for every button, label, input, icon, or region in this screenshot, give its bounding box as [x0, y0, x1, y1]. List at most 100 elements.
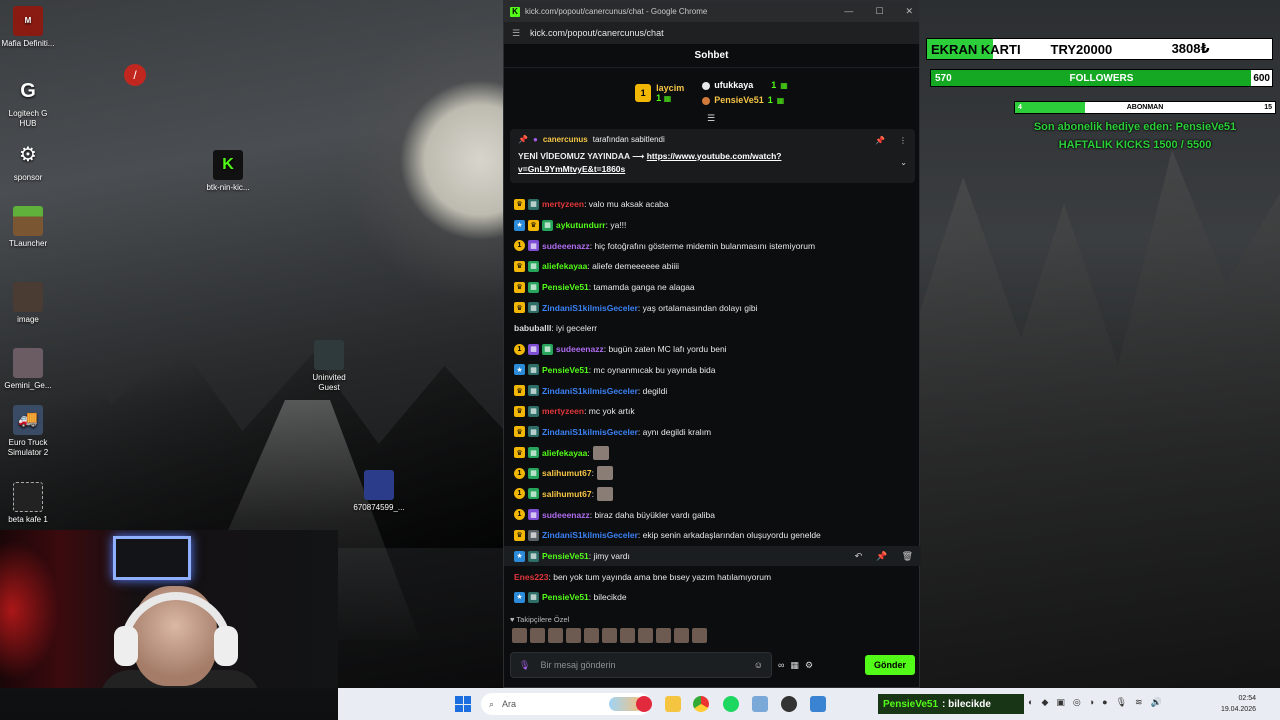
chat-username[interactable]: aliefekayaa: [542, 448, 587, 458]
chrome-icon[interactable]: [693, 696, 709, 712]
chat-message[interactable]: 1 ▦ salihumut67:: [504, 463, 921, 484]
chat-username[interactable]: sudeeenazz: [542, 510, 590, 520]
chat-username[interactable]: sudeeenazz: [542, 241, 590, 251]
kicks-icon[interactable]: ∞: [778, 660, 784, 670]
chat-message[interactable]: ♛ ▦ ZindaniS1kilmisGeceler: yaş ortalaması…: [504, 297, 921, 318]
chat-username[interactable]: Enes223: [514, 572, 549, 582]
emote[interactable]: [638, 628, 653, 643]
emote[interactable]: [602, 628, 617, 643]
chat-username[interactable]: salihumut67: [542, 489, 592, 499]
app-logo-icon[interactable]: /: [124, 64, 146, 86]
desktop-icon-tlauncher[interactable]: TLauncher: [0, 206, 56, 249]
emote[interactable]: [620, 628, 635, 643]
chat-message[interactable]: ♛ ▦ ZindaniS1kilmisGeceler: aynı degildi k…: [504, 422, 921, 443]
unpin-icon[interactable]: 📌: [875, 136, 885, 145]
chat-message[interactable]: Enes223: ben yok tum yayında ama bne bıs…: [504, 566, 921, 587]
send-button[interactable]: Gönder: [864, 655, 915, 675]
chat-username[interactable]: aykutundurr: [556, 220, 606, 230]
site-info-icon[interactable]: ☰: [512, 28, 522, 39]
emote[interactable]: [584, 628, 599, 643]
tray-icon[interactable]: ●: [1102, 697, 1107, 708]
chat-username[interactable]: aliefekayaa: [542, 261, 587, 271]
pinned-by-user[interactable]: canercunus: [543, 135, 588, 144]
chat-username[interactable]: ZindaniS1kilmisGeceler: [542, 303, 638, 313]
emote[interactable]: [656, 628, 671, 643]
tray-icon[interactable]: ◆: [1041, 697, 1048, 708]
desktop-icon-gemini[interactable]: Gemini_Ge...: [0, 348, 56, 391]
more-options-icon[interactable]: ⋮: [899, 136, 907, 145]
chat-username[interactable]: salihumut67: [542, 468, 592, 478]
chat-username[interactable]: PensieVe51: [542, 365, 589, 375]
chat-message[interactable]: babuballl: iyi gecelerr: [504, 318, 921, 339]
media-player-icon[interactable]: [636, 696, 652, 712]
desktop-icon-ets2[interactable]: 🚚 Euro Truck Simulator 2: [0, 405, 56, 458]
desktop-icon-uninvited-guest[interactable]: Uninvited Guest: [301, 340, 357, 393]
window-titlebar[interactable]: K kick.com/popout/canercunus/chat - Goog…: [504, 1, 919, 22]
chat-message[interactable]: ♛ ▦ aliefekayaa:: [504, 442, 921, 463]
volume-icon[interactable]: 🔊: [1151, 697, 1162, 708]
chat-message[interactable]: 1 ▦ salihumut67:: [504, 484, 921, 505]
chat-username[interactable]: ZindaniS1kilmisGeceler: [542, 530, 638, 540]
chat-message[interactable]: ♛ ▦ ZindaniS1kilmisGeceler: ekip senin ark…: [504, 525, 921, 546]
chat-username[interactable]: ZindaniS1kilmisGeceler: [542, 386, 638, 396]
desktop-icon-logitech[interactable]: G Logitech G HUB: [0, 76, 56, 129]
chat-username[interactable]: mertyzeen: [542, 199, 584, 209]
chat-username[interactable]: PensieVe51: [542, 282, 589, 292]
file-explorer-icon[interactable]: [665, 696, 681, 712]
tray-icon[interactable]: ◎: [1073, 697, 1081, 708]
address-bar[interactable]: ☰ kick.com/popout/canercunus/chat: [504, 22, 919, 44]
desktop-icon-btk[interactable]: K btk-nin-kic...: [200, 150, 256, 193]
chat-message[interactable]: ★ ▦ PensieVe51: mc oynanmıcak bu yayında b…: [504, 360, 921, 381]
chat-message[interactable]: ★ ♛ ▦ aykutundurr: ya!!!: [504, 215, 921, 236]
settings-app-icon[interactable]: [752, 696, 768, 712]
spotify-icon[interactable]: [723, 696, 739, 712]
pin-icon[interactable]: 📌: [876, 551, 887, 562]
store-icon[interactable]: ▦: [790, 660, 799, 671]
chat-username[interactable]: babuballl: [514, 323, 551, 333]
chat-message[interactable]: ♛ ▦ ZindaniS1kilmisGeceler: degildi: [504, 380, 921, 401]
maximize-icon[interactable]: ☐: [875, 6, 883, 17]
emote[interactable]: [692, 628, 707, 643]
leaderboard-third[interactable]: PensieVe51 1 ▦: [702, 93, 788, 108]
photos-icon[interactable]: [810, 696, 826, 712]
chat-username[interactable]: PensieVe51: [542, 592, 589, 602]
mic-icon[interactable]: 🎙: [519, 660, 530, 671]
chat-message[interactable]: ★ ▦ PensieVe51: bilecikde: [504, 587, 921, 608]
tray-icon[interactable]: ◐: [1028, 697, 1033, 708]
emote[interactable]: [548, 628, 563, 643]
chat-message[interactable]: 1 ▦ sudeeenazz: biraz daha büyükler vardı …: [504, 504, 921, 525]
mic-icon[interactable]: 🎙: [1116, 697, 1127, 708]
taskbar-search[interactable]: ⌕ Ara: [481, 693, 651, 715]
emote[interactable]: [530, 628, 545, 643]
emote[interactable]: [512, 628, 527, 643]
emote[interactable]: [566, 628, 581, 643]
reply-icon[interactable]: ↶: [855, 551, 863, 562]
leaderboard-second[interactable]: ufukkaya 1 ▦: [702, 78, 788, 93]
chevron-down-icon[interactable]: ⌄: [900, 158, 907, 167]
chat-message[interactable]: ♛ ▦ aliefekayaa: aliefe demeeeeee abiiii: [504, 256, 921, 277]
desktop-icon-sponsor[interactable]: ⚙ sponsor: [0, 140, 56, 183]
wifi-icon[interactable]: ≋: [1135, 697, 1143, 708]
chat-username[interactable]: PensieVe51: [542, 551, 589, 561]
desktop-icon-image[interactable]: image: [0, 282, 56, 325]
chat-username[interactable]: sudeeenazz: [556, 344, 604, 354]
windows-start-icon[interactable]: [455, 696, 471, 712]
chat-message[interactable]: ♛ ▦ PensieVe51: tamamda ganga ne alagaa: [504, 277, 921, 298]
chat-message[interactable]: ♛ ▦ mertyzeen: mc yok artık: [504, 401, 921, 422]
desktop-icon-mafia[interactable]: M Mafia Definiti...: [0, 6, 56, 49]
chat-message[interactable]: ★ ▦ PensieVe51: jimy vardı ↶ 📌 🗑: [504, 545, 921, 567]
close-icon[interactable]: ✕: [905, 6, 913, 17]
desktop-icon-image-file[interactable]: 670874599_...: [351, 470, 407, 513]
chat-username[interactable]: mertyzeen: [542, 406, 584, 416]
chat-input[interactable]: 🎙 Bir mesaj gönderin ☺: [510, 652, 772, 678]
tray-icon[interactable]: ◑: [1089, 697, 1094, 708]
emote[interactable]: [674, 628, 689, 643]
steam-icon[interactable]: [781, 696, 797, 712]
leaderboard-first[interactable]: 1 laycim 1 ▦: [635, 83, 684, 103]
minimize-icon[interactable]: —: [844, 6, 853, 17]
chat-message[interactable]: 1 ▦ sudeeenazz: hiç fotoğrafını gösterme m…: [504, 235, 921, 256]
chat-message[interactable]: ♛ ▦ mertyzeen: valo mu aksak acaba: [504, 194, 921, 215]
chat-message[interactable]: 1 ▦ ▦ sudeeenazz: bugün zaten MC lafı yordu…: [504, 339, 921, 360]
delete-icon[interactable]: 🗑: [902, 551, 913, 562]
chat-username[interactable]: ZindaniS1kilmisGeceler: [542, 427, 638, 437]
